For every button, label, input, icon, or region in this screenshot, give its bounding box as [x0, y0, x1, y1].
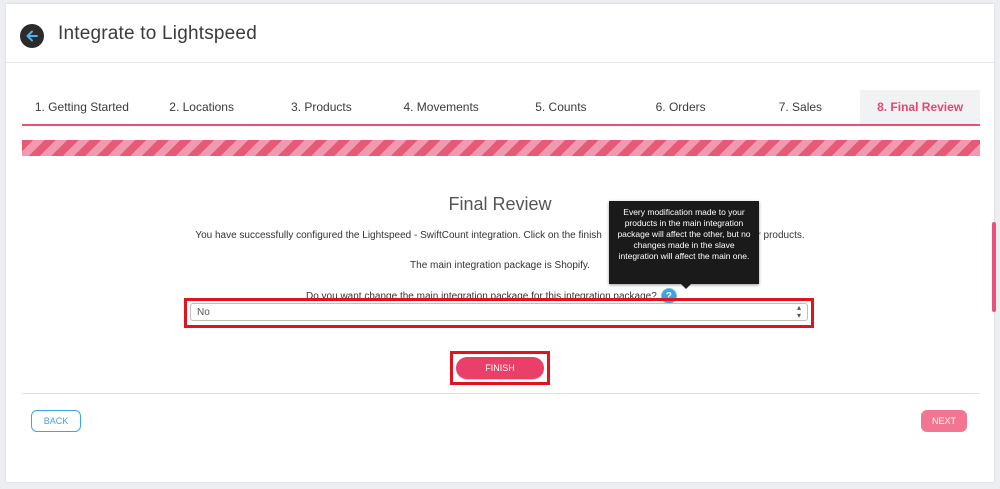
- page-header: Integrate to Lightspeed: [6, 4, 994, 63]
- scrollbar-thumb[interactable]: [992, 222, 996, 312]
- tab-sales[interactable]: 7. Sales: [741, 90, 861, 124]
- tab-final-review[interactable]: 8. Final Review: [860, 90, 980, 124]
- finish-button[interactable]: FINISH: [456, 357, 544, 379]
- wizard-progress-bar: [22, 140, 980, 156]
- integration-card: Integrate to Lightspeed 1. Getting Start…: [6, 4, 994, 482]
- help-tooltip: Every modification made to your products…: [609, 201, 759, 289]
- page-title: Integrate to Lightspeed: [58, 23, 257, 44]
- arrow-left-icon: [26, 30, 38, 42]
- change-package-select[interactable]: No ▴ ▾: [190, 303, 808, 321]
- select-caret-icon: ▴ ▾: [796, 303, 801, 320]
- main-package-text: The main integration package is Shopify.: [410, 260, 590, 271]
- section-title: Final Review: [448, 194, 552, 214]
- next-button[interactable]: NEXT: [921, 410, 967, 432]
- tab-orders[interactable]: 6. Orders: [621, 90, 741, 124]
- tab-movements[interactable]: 4. Movements: [381, 90, 501, 124]
- back-button[interactable]: BACK: [31, 410, 81, 432]
- tab-getting-started[interactable]: 1. Getting Started: [22, 90, 142, 124]
- description-end: ur products.: [751, 230, 805, 241]
- footer-divider: [22, 393, 980, 394]
- select-value: No: [197, 306, 210, 318]
- back-arrow-button[interactable]: [20, 24, 44, 48]
- wizard-tabs: 1. Getting Started 2. Locations 3. Produ…: [22, 90, 980, 126]
- success-description: You have successfully configured the Lig…: [6, 230, 994, 241]
- tab-locations[interactable]: 2. Locations: [142, 90, 262, 124]
- tab-products[interactable]: 3. Products: [262, 90, 382, 124]
- tab-counts[interactable]: 5. Counts: [501, 90, 621, 124]
- description-start: You have successfully configured the Lig…: [195, 230, 602, 241]
